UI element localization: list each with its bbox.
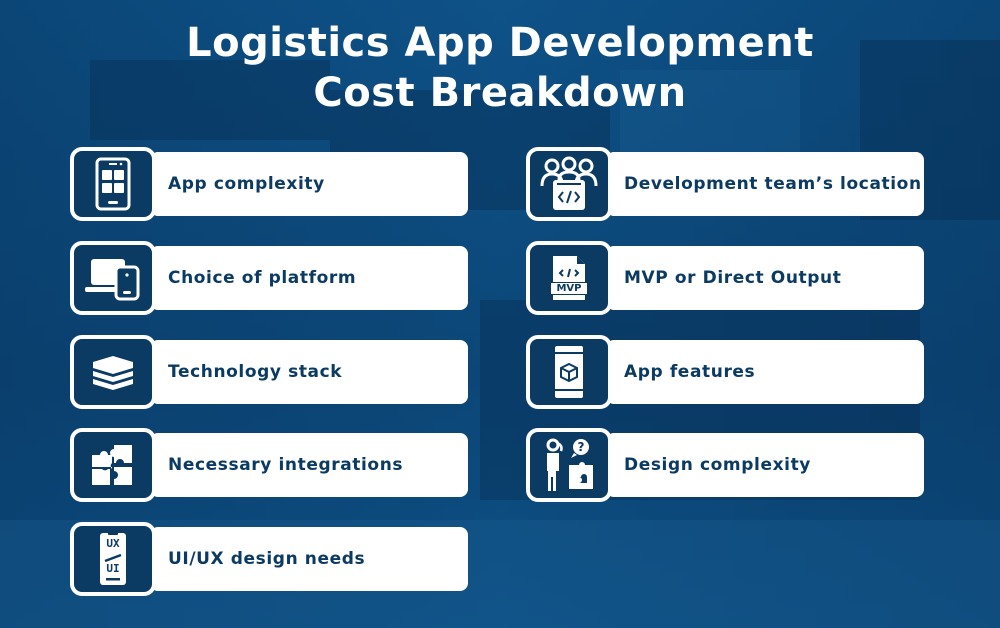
- card-label: Necessary integrations: [168, 455, 404, 475]
- puzzle-pieces-icon: [90, 443, 136, 487]
- icon-tile: [70, 147, 156, 221]
- card-label: App complexity: [168, 174, 325, 194]
- laptop-phone-icon: [85, 255, 141, 301]
- ui-text: UI: [106, 562, 120, 575]
- page-title: Logistics App Development Cost Breakdown: [0, 18, 1000, 118]
- card-label: MVP or Direct Output: [624, 268, 842, 288]
- mvp-document-icon: MVP: [549, 254, 589, 302]
- mvp-text: MVP: [556, 283, 582, 294]
- icon-tile: MVP: [526, 241, 612, 315]
- phone-cube-icon: [554, 344, 584, 400]
- thinking-person-puzzle-icon: ?: [543, 437, 595, 493]
- ux-ui-phone-icon: UX UI: [99, 531, 127, 587]
- card-label: Design complexity: [624, 455, 811, 475]
- card-label: Development team’s location: [624, 174, 922, 194]
- title-line-1: Logistics App Development: [186, 20, 814, 66]
- icon-tile: ?: [526, 428, 612, 502]
- team-code-icon: [539, 156, 599, 212]
- layers-stack-icon: [91, 354, 135, 390]
- icon-tile: [70, 335, 156, 409]
- icon-tile: [526, 147, 612, 221]
- ux-text: UX: [106, 537, 120, 550]
- icon-tile: [70, 428, 156, 502]
- title-line-2: Cost Breakdown: [313, 70, 687, 116]
- icon-tile: UX UI: [70, 522, 156, 596]
- card-label: Choice of platform: [168, 268, 357, 288]
- card-label: Technology stack: [168, 362, 343, 382]
- icon-tile: [70, 241, 156, 315]
- smartphone-apps-icon: [93, 157, 133, 211]
- card-label: UI/UX design needs: [168, 549, 366, 569]
- card-label: App features: [624, 362, 756, 382]
- icon-tile: [526, 335, 612, 409]
- question-mark-text: ?: [577, 440, 585, 454]
